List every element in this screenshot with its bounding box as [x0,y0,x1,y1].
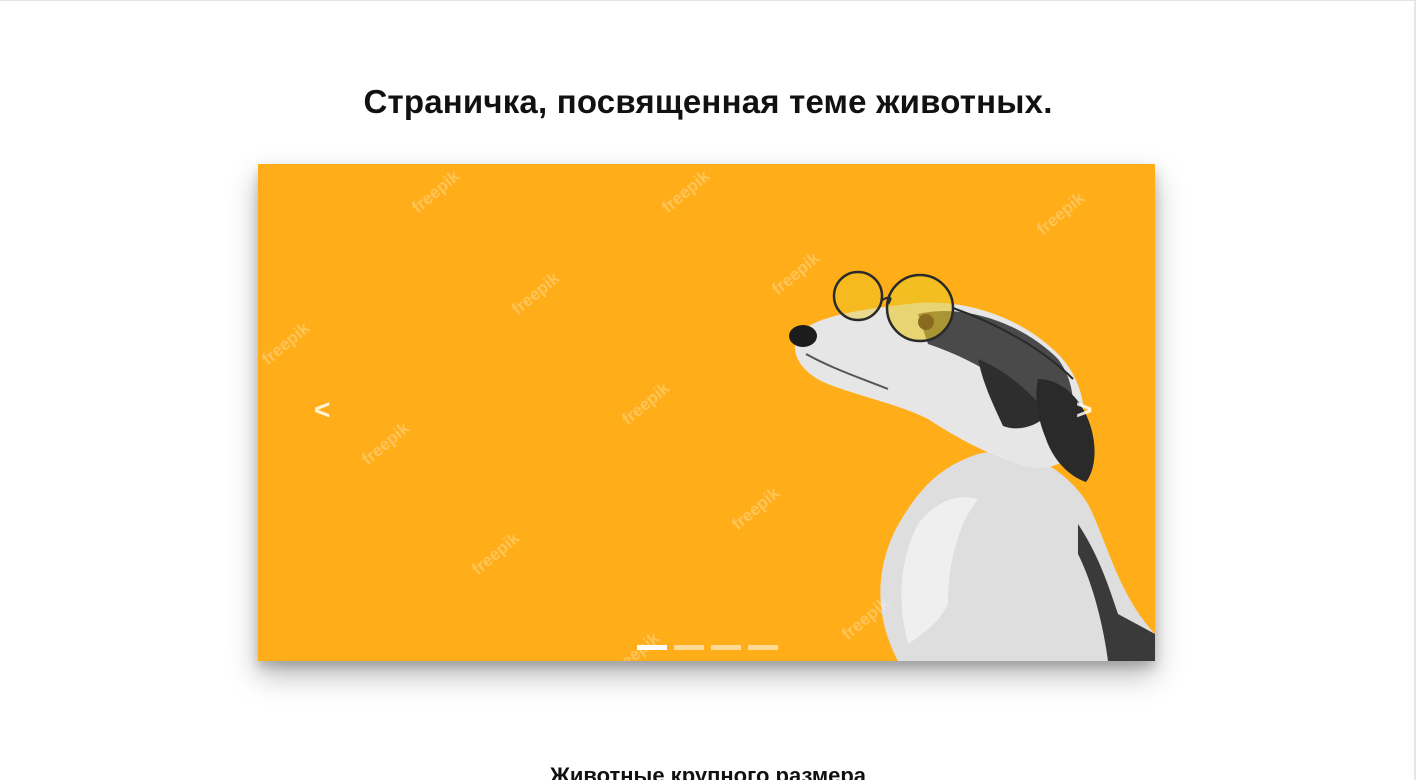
section-title: Животные крупного размера [549,763,867,780]
slider-pagination [637,645,778,650]
slider-next-button[interactable]: > [1076,396,1092,424]
dog-with-glasses-image [789,270,1155,661]
slider-dot-3[interactable] [711,645,741,650]
page: Страничка, посвященная теме животных. fr… [0,0,1416,780]
slider-dot-2[interactable] [674,645,704,650]
slider-dot-1[interactable] [637,645,667,650]
image-slider: freepik freepik freepik freepik freepik … [258,164,1155,661]
slider-dot-4[interactable] [748,645,778,650]
slider-prev-button[interactable]: < [314,396,330,424]
page-title: Страничка, посвященная теме животных. [363,83,1053,120]
